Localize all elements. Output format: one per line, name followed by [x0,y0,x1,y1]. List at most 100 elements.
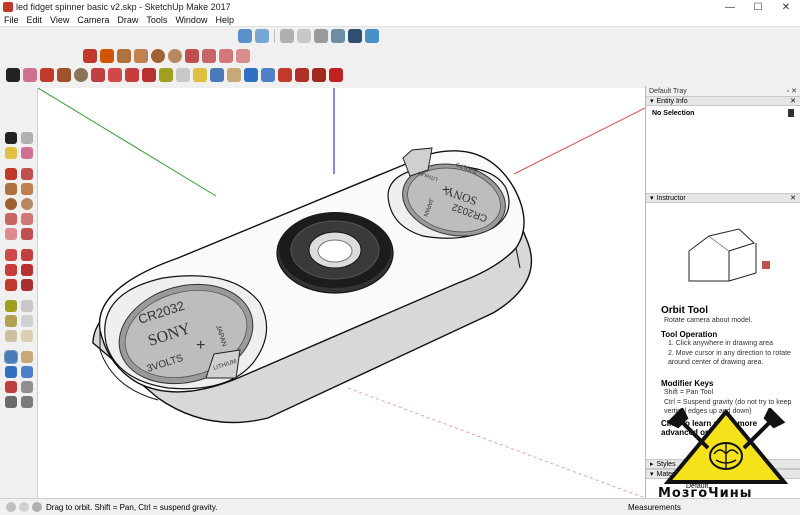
instructor-header[interactable]: ▾ Instructor ✕ [646,193,800,203]
help-icon[interactable] [32,502,42,512]
rotate-tool-icon[interactable] [4,264,17,276]
pan-tool-icon[interactable] [227,68,241,82]
drawing-area[interactable]: CR2032 SONY 3VOLTS JAPAN LITHIUM + CR203… [38,88,645,498]
tape-measure-icon[interactable] [159,68,173,82]
share-model-icon[interactable] [295,68,309,82]
front-view-icon[interactable] [280,29,294,43]
close-panel-icon[interactable]: ✕ [790,97,796,105]
orbit-tool-icon[interactable] [210,68,224,82]
tape-measure-icon[interactable] [4,300,17,312]
freehand-tool-icon[interactable] [100,49,114,63]
rotate-tool-icon[interactable] [125,68,139,82]
walk-tool-icon[interactable] [4,396,17,408]
line-tool-icon[interactable] [4,168,17,180]
push-pull-icon[interactable] [20,249,33,261]
zoom-tool-icon[interactable] [244,68,258,82]
look-around-icon[interactable] [20,396,33,408]
menu-help[interactable]: Help [211,15,238,25]
axes-tool-icon[interactable] [4,330,17,342]
three-point-arc-icon[interactable] [4,228,17,240]
zoom-extents-icon[interactable] [4,381,17,393]
minimize-button[interactable]: — [716,0,744,14]
dimension-tool-icon[interactable] [20,300,33,312]
watermark-logo: МозгоЧины [656,406,796,503]
menu-draw[interactable]: Draw [113,15,142,25]
scale-tool-icon[interactable] [142,68,156,82]
menu-file[interactable]: File [0,15,23,25]
left-view-icon[interactable] [331,29,345,43]
arc-tool-icon[interactable] [4,213,17,225]
details-toggle-icon[interactable] [788,109,794,117]
xray-style-icon[interactable] [348,29,362,43]
line-tool-icon[interactable] [40,68,54,82]
circle-tool-icon[interactable] [151,49,165,63]
menu-edit[interactable]: Edit [23,15,47,25]
push-pull-icon[interactable] [91,68,105,82]
freehand-tool-icon[interactable] [20,168,33,180]
maximize-button[interactable]: ☐ [744,0,772,14]
title-bar: led fidget spinner basic v2.skp - Sketch… [0,0,800,14]
zoom-window-icon[interactable] [20,366,33,378]
right-view-icon[interactable] [297,29,311,43]
menu-view[interactable]: View [46,15,73,25]
tray-controls[interactable]: ▫ ✕ [787,87,797,95]
eraser-tool-icon[interactable] [20,147,33,159]
tray-header: Default Tray ▫ ✕ [646,86,800,96]
arc-tool-icon[interactable] [185,49,199,63]
back-view-icon[interactable] [314,29,328,43]
menu-camera[interactable]: Camera [73,15,113,25]
zoom-extents-icon[interactable] [261,68,275,82]
polygon-tool-icon[interactable] [168,49,182,63]
text-tool-icon[interactable] [20,315,33,327]
move-tool-icon[interactable] [108,68,122,82]
3d-text-icon[interactable] [20,330,33,342]
orbit-tool-icon[interactable] [3,350,18,364]
rectangle-tool-icon[interactable] [117,49,131,63]
shapes-tool-icon[interactable] [74,68,88,82]
polygon-tool-icon[interactable] [20,198,33,210]
select-tool-icon[interactable] [4,132,17,144]
close-panel-icon[interactable]: ✕ [790,194,796,202]
protractor-icon[interactable] [4,315,17,327]
component-tool-icon[interactable] [20,132,33,144]
move-tool-icon[interactable] [4,249,17,261]
menu-window[interactable]: Window [171,15,211,25]
previous-view-icon[interactable] [20,381,33,393]
paint-bucket-icon[interactable] [193,68,207,82]
collapse-arrow-icon: ▾ [650,471,654,478]
iso-view-icon[interactable] [238,29,252,43]
shaded-style-icon[interactable] [365,29,379,43]
top-view-icon[interactable] [255,29,269,43]
pie-tool-icon[interactable] [236,49,250,63]
entity-info-title: Entity Info [656,97,688,105]
credits-icon[interactable] [19,502,29,512]
pie-tool-icon[interactable] [20,228,33,240]
rotated-rectangle-icon[interactable] [134,49,148,63]
collapse-arrow-icon: ▾ [650,98,654,105]
select-tool-icon[interactable] [6,68,20,82]
two-point-arc-icon[interactable] [20,213,33,225]
circle-tool-icon[interactable] [4,198,17,210]
menu-tools[interactable]: Tools [142,15,171,25]
rectangle-tool-icon[interactable] [4,183,17,195]
eraser-tool-icon[interactable] [23,68,37,82]
offset-tool-icon[interactable] [20,279,33,291]
geo-location-icon[interactable] [6,502,16,512]
close-button[interactable]: ✕ [772,0,800,14]
pan-tool-icon[interactable] [20,351,33,363]
entity-info-header[interactable]: ▾ Entity Info ✕ [646,96,800,106]
scale-tool-icon[interactable] [4,279,17,291]
rotated-rectangle-icon[interactable] [20,183,33,195]
arc-tool-icon[interactable] [57,68,71,82]
extension-warehouse-icon[interactable] [312,68,326,82]
line-tool-icon[interactable] [83,49,97,63]
extension-manager-icon[interactable] [329,68,343,82]
two-point-arc-icon[interactable] [202,49,216,63]
zoom-tool-icon[interactable] [4,366,17,378]
warehouse-icon[interactable] [278,68,292,82]
text-tool-icon[interactable] [176,68,190,82]
paint-bucket-icon[interactable] [4,147,17,159]
orbit-cursor-icon [762,261,770,269]
follow-me-icon[interactable] [20,264,33,276]
three-point-arc-icon[interactable] [219,49,233,63]
